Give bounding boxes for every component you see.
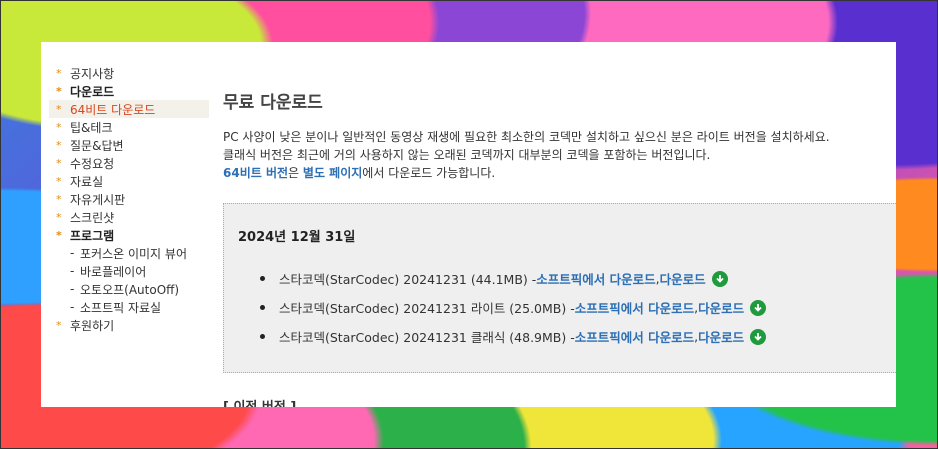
sidebar-item-label: 64비트 다운로드 bbox=[70, 102, 156, 117]
star-icon: * bbox=[56, 156, 62, 170]
star-icon: * bbox=[56, 174, 62, 188]
sidebar: * 공지사항 * 다운로드 * 64비트 다운로드 * 팁&테크 * 질문&답변 * 수정요… bbox=[49, 64, 209, 334]
star-icon: * bbox=[56, 84, 62, 98]
direct-download-link[interactable]: 다운로드 bbox=[698, 327, 744, 346]
download-item: 스타코덱(StarCodec) 20241231 클래식 (48.9MB) - … bbox=[238, 322, 767, 351]
sidebar-item-64bit-download[interactable]: * 64비트 다운로드 bbox=[49, 100, 209, 118]
sidebar-subitem-label: 바로플레이어 bbox=[80, 264, 147, 279]
star-icon: * bbox=[56, 318, 62, 332]
description-line-1: PC 사양이 낮은 분이나 일반적인 동영상 재생에 필요한 최소한의 코덱만 … bbox=[223, 130, 830, 144]
previous-versions-heading: [ 이전 버전 ] bbox=[223, 396, 296, 407]
star-icon: * bbox=[56, 192, 62, 206]
link-separate-page[interactable]: 별도 페이지 bbox=[303, 166, 362, 180]
sidebar-subitem-focuson[interactable]: - 포커스온 이미지 뷰어 bbox=[49, 244, 209, 262]
page-title: 무료 다운로드 bbox=[223, 93, 323, 113]
download-arrow-icon[interactable] bbox=[711, 270, 728, 287]
bullet bbox=[260, 305, 265, 310]
sidebar-item-screenshots[interactable]: * 스크린샷 bbox=[49, 208, 209, 226]
download-box: 2024년 12월 31일 스타코덱(StarCodec) 20241231 (… bbox=[223, 203, 896, 373]
star-icon: * bbox=[56, 66, 62, 80]
bullet bbox=[260, 276, 265, 281]
sidebar-item-label: 팁&테크 bbox=[70, 120, 113, 135]
release-date: 2024년 12월 31일 bbox=[238, 230, 356, 245]
sidebar-item-label: 다운로드 bbox=[70, 84, 115, 99]
sidebar-item-label: 자료실 bbox=[70, 174, 104, 189]
sidebar-subitem-label: 소프트픽 자료실 bbox=[80, 300, 162, 315]
sidebar-item-requests[interactable]: * 수정요청 bbox=[49, 154, 209, 172]
link-64bit-version[interactable]: 64비트 버전 bbox=[223, 166, 288, 180]
star-icon: * bbox=[56, 210, 62, 224]
sidebar-item-download[interactable]: * 다운로드 bbox=[49, 82, 209, 100]
direct-download-link[interactable]: 다운로드 bbox=[698, 298, 744, 317]
sidebar-item-archive[interactable]: * 자료실 bbox=[49, 172, 209, 190]
sidebar-item-donate[interactable]: * 후원하기 bbox=[49, 316, 209, 334]
sidebar-item-label: 수정요청 bbox=[70, 156, 115, 171]
star-icon: * bbox=[56, 102, 62, 116]
sidebar-item-label: 후원하기 bbox=[70, 318, 115, 333]
sidebar-subitem-label: 오토오프(AutoOff) bbox=[80, 282, 180, 297]
softpick-download-link[interactable]: 소프트픽에서 다운로드 bbox=[575, 298, 694, 317]
download-arrow-icon[interactable] bbox=[750, 328, 767, 345]
download-item: 스타코덱(StarCodec) 20241231 (44.1MB) - 소프트픽… bbox=[238, 264, 766, 293]
download-item: 스타코덱(StarCodec) 20241231 라이트 (25.0MB) - … bbox=[238, 293, 767, 322]
softpick-download-link[interactable]: 소프트픽에서 다운로드 bbox=[575, 327, 694, 346]
sidebar-item-qna[interactable]: * 질문&답변 bbox=[49, 136, 209, 154]
direct-download-link[interactable]: 다운로드 bbox=[660, 269, 706, 288]
sidebar-item-label: 질문&답변 bbox=[70, 138, 124, 153]
softpick-download-link[interactable]: 소프트픽에서 다운로드 bbox=[536, 269, 655, 288]
download-list: 스타코덱(StarCodec) 20241231 (44.1MB) - 소프트픽… bbox=[238, 264, 767, 351]
star-icon: * bbox=[56, 228, 62, 242]
sidebar-subitem-autooff[interactable]: - 오토오프(AutoOff) bbox=[49, 280, 209, 298]
sidebar-item-free-board[interactable]: * 자유게시판 bbox=[49, 190, 209, 208]
sidebar-item-label: 프로그램 bbox=[70, 228, 115, 243]
star-icon: * bbox=[56, 138, 62, 152]
sidebar-item-programs[interactable]: * 프로그램 bbox=[49, 226, 209, 244]
sidebar-item-label: 자유게시판 bbox=[70, 192, 126, 207]
description-line-3: 64비트 버전은 별도 페이지에서 다운로드 가능합니다. bbox=[223, 166, 496, 180]
description: PC 사양이 낮은 분이나 일반적인 동영상 재생에 필요한 최소한의 코덱만 … bbox=[223, 128, 896, 182]
description-line-2: 클래식 버전은 최근에 거의 사용하지 않는 오래된 코덱까지 대부분의 코덱을… bbox=[223, 148, 711, 162]
sidebar-subitem-baroplayer[interactable]: - 바로플레이어 bbox=[49, 262, 209, 280]
content-panel: * 공지사항 * 다운로드 * 64비트 다운로드 * 팁&테크 * 질문&답변 * 수정요… bbox=[41, 42, 896, 407]
sidebar-item-label: 공지사항 bbox=[70, 66, 115, 81]
sidebar-subitem-label: 포커스온 이미지 뷰어 bbox=[80, 246, 187, 261]
star-icon: * bbox=[56, 120, 62, 134]
sidebar-subitem-softpick[interactable]: - 소프트픽 자료실 bbox=[49, 298, 209, 316]
sidebar-item-notice[interactable]: * 공지사항 bbox=[49, 64, 209, 82]
download-arrow-icon[interactable] bbox=[750, 299, 767, 316]
sidebar-item-label: 스크린샷 bbox=[70, 210, 115, 225]
sidebar-item-tips[interactable]: * 팁&테크 bbox=[49, 118, 209, 136]
bullet bbox=[260, 334, 265, 339]
